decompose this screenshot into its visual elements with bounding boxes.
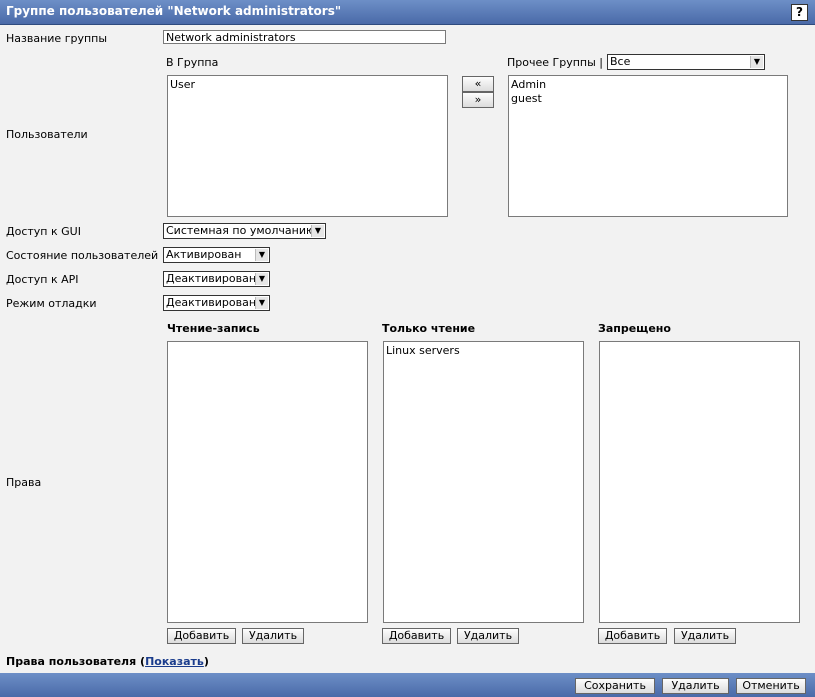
chevron-down-icon: ▼ bbox=[255, 297, 268, 309]
group-name-label: Название группы bbox=[6, 32, 108, 45]
list-item[interactable]: Admin bbox=[511, 78, 785, 92]
deny-delete-button[interactable]: Удалить bbox=[674, 628, 736, 644]
group-name-input[interactable]: Network administrators bbox=[163, 30, 446, 44]
debug-mode-label: Режим отладки bbox=[6, 297, 97, 310]
move-to-group-button[interactable]: « bbox=[462, 76, 494, 92]
user-rights-label: Права пользователя bbox=[6, 655, 137, 668]
list-item[interactable]: guest bbox=[511, 92, 785, 106]
users-status-select[interactable]: Активирован ▼ bbox=[163, 247, 270, 263]
chevron-down-icon: ▼ bbox=[311, 225, 324, 237]
read-write-label: Чтение-запись bbox=[167, 322, 260, 335]
gui-access-select[interactable]: Системная по умолчанию ▼ bbox=[163, 223, 326, 239]
debug-mode-select[interactable]: Деактивирован ▼ bbox=[163, 295, 270, 311]
gui-access-value: Системная по умолчанию bbox=[166, 224, 316, 237]
move-from-group-button[interactable]: » bbox=[462, 92, 494, 108]
chevron-down-icon: ▼ bbox=[750, 56, 763, 68]
other-users-list[interactable]: Admin guest bbox=[508, 75, 788, 217]
debug-mode-value: Деактивирован bbox=[166, 296, 257, 309]
save-button[interactable]: Сохранить bbox=[575, 678, 655, 694]
read-write-delete-button[interactable]: Удалить bbox=[242, 628, 304, 644]
other-groups-select[interactable]: Все ▼ bbox=[607, 54, 765, 70]
read-only-delete-button[interactable]: Удалить bbox=[457, 628, 519, 644]
api-access-value: Деактивирован bbox=[166, 272, 257, 285]
api-access-label: Доступ к API bbox=[6, 273, 79, 286]
user-rights-close-paren: ) bbox=[203, 655, 209, 668]
other-groups-select-value: Все bbox=[610, 55, 631, 68]
users-label: Пользователи bbox=[6, 128, 88, 141]
api-access-select[interactable]: Деактивирован ▼ bbox=[163, 271, 270, 287]
gui-access-label: Доступ к GUI bbox=[6, 225, 81, 238]
in-group-label: В Группа bbox=[166, 56, 219, 69]
in-group-list[interactable]: User bbox=[167, 75, 448, 217]
other-groups-label: Прочее Группы | bbox=[507, 56, 603, 69]
rights-label: Права bbox=[6, 476, 42, 489]
read-write-list[interactable] bbox=[167, 341, 368, 623]
cancel-button[interactable]: Отменить bbox=[736, 678, 806, 694]
users-status-label: Состояние пользователей bbox=[6, 249, 159, 262]
help-button[interactable]: ? bbox=[791, 4, 808, 21]
list-item[interactable]: Linux servers bbox=[386, 344, 581, 358]
deny-label: Запрещено bbox=[598, 322, 671, 335]
read-only-label: Только чтение bbox=[382, 322, 476, 335]
deny-add-button[interactable]: Добавить bbox=[598, 628, 667, 644]
user-rights-line: Права пользователя (Показать) bbox=[6, 655, 209, 668]
chevron-down-icon: ▼ bbox=[255, 273, 268, 285]
form-title: Группе пользователей "Network administra… bbox=[6, 4, 342, 18]
read-write-add-button[interactable]: Добавить bbox=[167, 628, 236, 644]
read-only-add-button[interactable]: Добавить bbox=[382, 628, 451, 644]
delete-button[interactable]: Удалить bbox=[662, 678, 729, 694]
list-item[interactable]: User bbox=[170, 78, 445, 92]
show-user-rights-link[interactable]: Показать bbox=[145, 655, 204, 668]
users-status-value: Активирован bbox=[166, 248, 242, 261]
deny-list[interactable] bbox=[599, 341, 800, 623]
read-only-list[interactable]: Linux servers bbox=[383, 341, 584, 623]
chevron-down-icon: ▼ bbox=[255, 249, 268, 261]
